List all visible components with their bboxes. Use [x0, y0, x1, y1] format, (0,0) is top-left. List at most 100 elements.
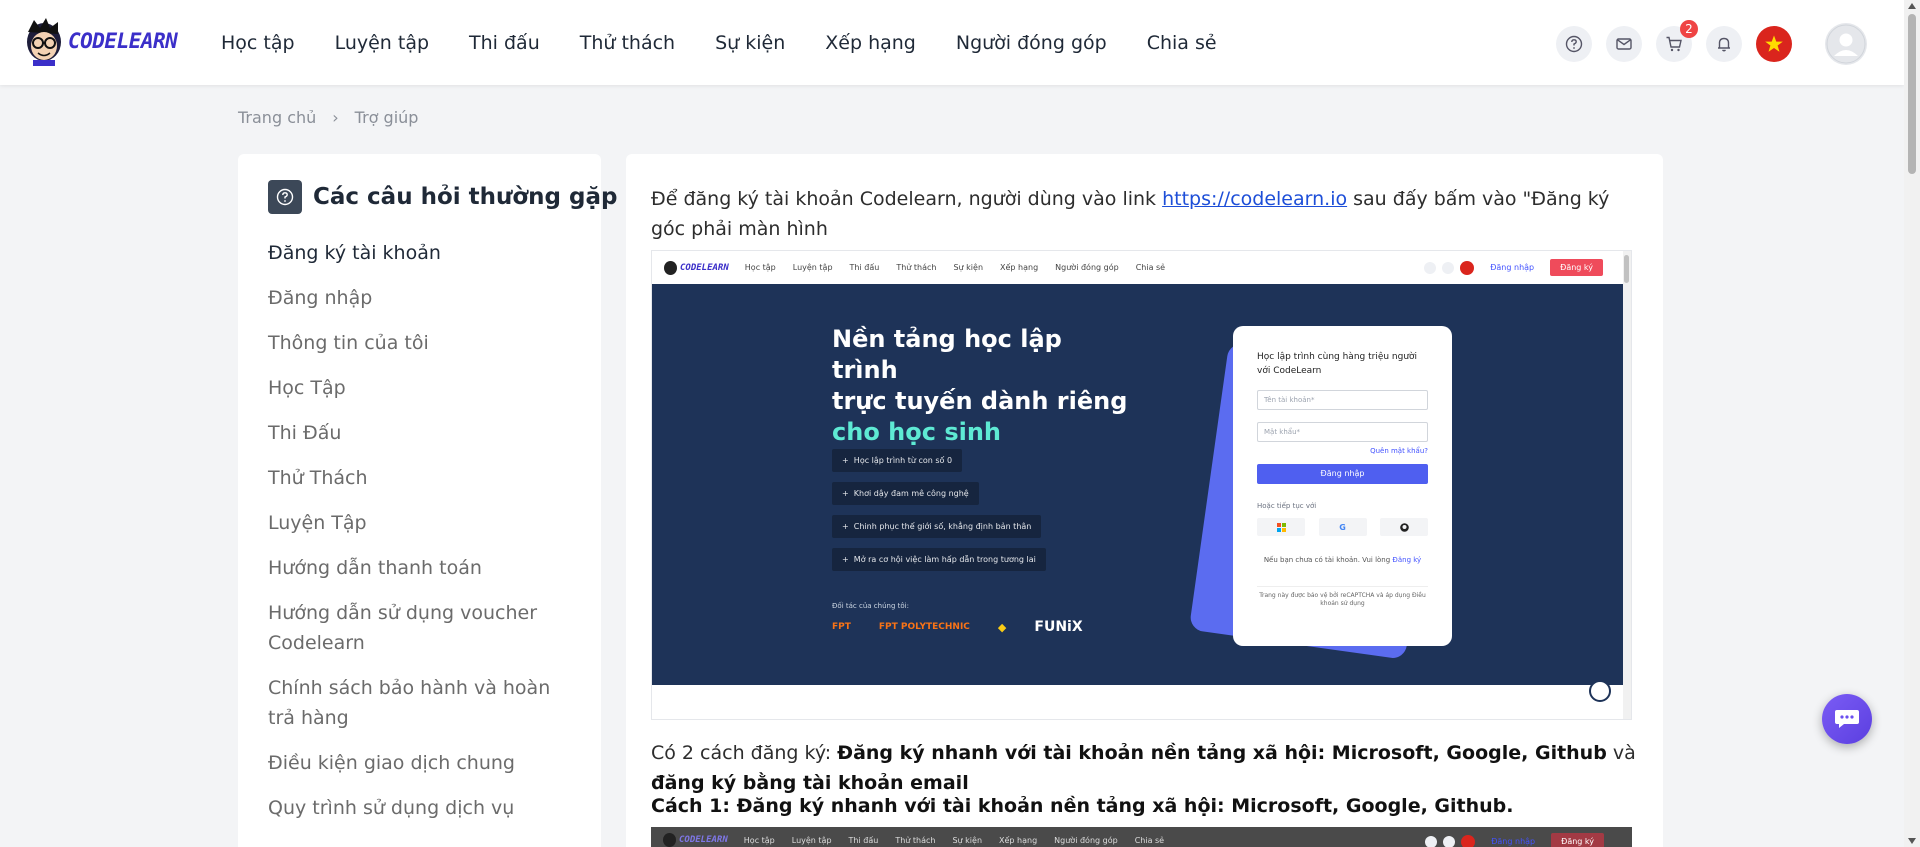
- screenshot-actions: Đăng nhập Đăng ký: [1424, 259, 1603, 276]
- language-vietnam-flag[interactable]: [1756, 26, 1792, 62]
- screenshot-pill: + Học lập trình từ con số 0: [832, 449, 963, 472]
- menu-item-su-kien[interactable]: Sự kiện: [715, 32, 785, 54]
- screenshot2-menu: Học tập Luyện tập Thi đấu Thử thách Sự kiện X…: [743, 835, 1165, 845]
- faq-item-dang-ky-tai-khoan[interactable]: Đăng ký tài khoản: [268, 238, 578, 268]
- breadcrumb-home-link[interactable]: Trang chủ: [238, 108, 316, 127]
- screenshot-no-account-text: Nếu bạn chưa có tài khoản. Vui lòng Đăng…: [1263, 556, 1422, 564]
- breadcrumb: Trang chủ › Trợ giúp: [238, 108, 418, 127]
- screenshot-pill: + Mở ra cơ hội việc làm hấp dẫn trong tư…: [832, 548, 1046, 571]
- screenshot-captcha-note: Trang này được bảo vệ bởi reCAPTCHA và á…: [1257, 586, 1428, 608]
- screenshot2-flag-icon: [1461, 834, 1476, 847]
- cart-icon: [1666, 36, 1682, 52]
- faq-item-huong-dan-voucher[interactable]: Hướng dẫn sử dụng voucher Codelearn: [268, 598, 578, 658]
- user-avatar[interactable]: [1825, 23, 1867, 65]
- mail-icon: [1616, 38, 1632, 50]
- help-button[interactable]: [1556, 26, 1592, 62]
- screenshot-hero-title: Nền tảng học lập trình trực tuyến dành r…: [832, 325, 1128, 446]
- screenshot-pill: + Khơi dậy đam mê công nghệ: [832, 482, 979, 505]
- faq-list: Đăng ký tài khoản Đăng nhập Thông tin củ…: [268, 238, 578, 838]
- screenshot-scrollbar: [1623, 251, 1631, 719]
- screenshot-mascot-icon: [664, 260, 677, 275]
- screenshot2-navbar: CODELEARN Học tập Luyện tập Thi đấu Thử thá…: [651, 827, 1632, 847]
- screenshot-login-card: Học lập trình cùng hàng triệu người với …: [1233, 326, 1452, 646]
- partner-polytechnic-logo: FPT POLYTECHNIC: [878, 622, 970, 632]
- screenshot-chatbot-icon: [1589, 680, 1611, 702]
- faq-answer-panel: Để đăng ký tài khoản Codelearn, người dù…: [626, 154, 1663, 847]
- scroll-up-arrow-icon[interactable]: [1908, 3, 1916, 9]
- faq-item-hoc-tap[interactable]: Học Tập: [268, 373, 578, 403]
- breadcrumb-chevron-icon: ›: [332, 108, 339, 127]
- faq-header: Các câu hỏi thường gặp: [268, 180, 617, 214]
- scrollbar-thumb[interactable]: [1908, 14, 1916, 174]
- breadcrumb-current: Trợ giúp: [354, 108, 419, 127]
- menu-item-xep-hang[interactable]: Xếp hạng: [825, 32, 916, 54]
- screenshot-github-icon: [1380, 518, 1428, 536]
- scroll-down-arrow-icon[interactable]: [1908, 838, 1916, 844]
- faq-item-dieu-kien-giao-dich[interactable]: Điều kiện giao dịch chung: [268, 748, 578, 778]
- question-icon: [268, 180, 302, 214]
- faq-item-huong-dan-thanh-toan[interactable]: Hướng dẫn thanh toán: [268, 553, 578, 583]
- menu-item-hoc-tap[interactable]: Học tập: [221, 32, 295, 54]
- faq-item-dang-nhap[interactable]: Đăng nhập: [268, 283, 578, 313]
- screenshot-partners: FPT FPT POLYTECHNIC ◆ FUNiX: [832, 619, 1111, 635]
- notifications-button[interactable]: [1706, 26, 1742, 62]
- screenshot-forgot-link: Quên mật khẩu?: [1370, 447, 1428, 455]
- menu-item-chia-se[interactable]: Chia sẻ: [1147, 32, 1217, 54]
- screenshot-social-buttons: G: [1257, 518, 1428, 536]
- menu-item-thu-thach[interactable]: Thử thách: [580, 32, 675, 54]
- nav-actions: 2: [1556, 20, 1867, 65]
- partner-funix-logo: FUNiX: [1034, 619, 1083, 635]
- messages-button[interactable]: [1606, 26, 1642, 62]
- top-navbar: CODELEARN Học tập Luyện tập Thi đấu Thử …: [0, 0, 1904, 85]
- cart-button[interactable]: 2: [1656, 20, 1698, 62]
- intro-paragraph: Để đăng ký tài khoản Codelearn, người dù…: [651, 184, 1641, 244]
- screenshot-card-title: Học lập trình cùng hàng triệu người với …: [1257, 352, 1418, 376]
- chat-support-button[interactable]: [1822, 694, 1872, 744]
- screenshot-password-field: Mật khẩu*: [1257, 422, 1428, 442]
- method-1-heading: Cách 1: Đăng ký nhanh với tài khoản nền …: [651, 795, 1514, 817]
- signup-screenshot-image: CODELEARN Học tập Luyện tập Thi đấu Thử thá…: [651, 250, 1632, 720]
- screenshot-register-button: Đăng ký: [1550, 259, 1603, 276]
- menu-item-luyen-tap[interactable]: Luyện tập: [335, 32, 429, 54]
- screenshot-logo: CODELEARN: [664, 260, 729, 275]
- faq-item-thong-tin-cua-toi[interactable]: Thông tin của tôi: [268, 328, 578, 358]
- logo-text: CODELEARN: [68, 29, 178, 53]
- faq-item-quy-trinh-dich-vu[interactable]: Quy trình sử dụng dịch vụ: [268, 793, 578, 823]
- faq-sidebar: Các câu hỏi thường gặp Đăng ký tài khoản…: [238, 154, 617, 847]
- signup-ways-paragraph: Có 2 cách đăng ký: Đăng ký nhanh với tài…: [651, 742, 1636, 794]
- screenshot-google-icon: G: [1318, 518, 1367, 536]
- faq-item-chinh-sach-bao-hanh[interactable]: Chính sách bảo hành và hoàn trả hàng: [268, 673, 578, 733]
- screenshot2-mail-icon: [1443, 835, 1456, 847]
- ways-social-bold: Đăng ký nhanh với tài khoản nền tảng xã …: [837, 742, 1607, 764]
- screenshot-microsoft-icon: [1257, 518, 1305, 536]
- codelearn-logo[interactable]: CODELEARN: [22, 16, 178, 66]
- screenshot2-actions: Đăng nhập Đăng ký: [1425, 833, 1604, 847]
- page-scrollbar[interactable]: [1904, 0, 1920, 847]
- screenshot2-login-link: Đăng nhập: [1491, 837, 1536, 846]
- vietnam-star-icon: [1765, 35, 1783, 52]
- help-icon: [1565, 35, 1583, 53]
- faq-title: Các câu hỏi thường gặp: [313, 184, 618, 210]
- screenshot2-register-button: Đăng ký: [1551, 833, 1604, 847]
- user-avatar-icon: [1826, 24, 1866, 64]
- screenshot-menu: Học tập Luyện tập Thi đấu Thử thách Sự kiện X…: [744, 263, 1166, 272]
- screenshot-mail-icon: [1442, 261, 1455, 274]
- screenshot-feature-pills: + Học lập trình từ con số 0 + Khơi dậy đ…: [832, 448, 1046, 580]
- menu-item-thi-dau[interactable]: Thi đấu: [469, 32, 540, 54]
- codelearn-link[interactable]: https://codelearn.io: [1162, 188, 1347, 210]
- logo-mascot-icon: [27, 18, 61, 66]
- faq-item-thi-dau[interactable]: Thi Đấu: [268, 418, 578, 448]
- faq-item-luyen-tap[interactable]: Luyện Tập: [268, 508, 578, 538]
- screenshot-login-button: Đăng nhập: [1257, 464, 1428, 484]
- menu-item-nguoi-dong-gop[interactable]: Người đóng góp: [956, 32, 1107, 54]
- main-menu: Học tập Luyện tập Thi đấu Thử thách Sự k…: [221, 0, 1257, 85]
- faq-item-thu-thach[interactable]: Thử Thách: [268, 463, 578, 493]
- screenshot-login-link: Đăng nhập: [1490, 263, 1535, 272]
- screenshot2-mascot-icon: [663, 833, 676, 847]
- screenshot-username-field: Tên tài khoản*: [1257, 390, 1428, 410]
- screenshot-partners-label: Đối tác của chúng tôi:: [832, 602, 909, 610]
- cart-count-badge: 2: [1680, 20, 1698, 38]
- screenshot-hero: Nền tảng học lập trình trực tuyến dành r…: [652, 284, 1631, 702]
- chat-bubble-icon: [1835, 710, 1859, 728]
- screenshot-flag-icon: [1460, 260, 1475, 275]
